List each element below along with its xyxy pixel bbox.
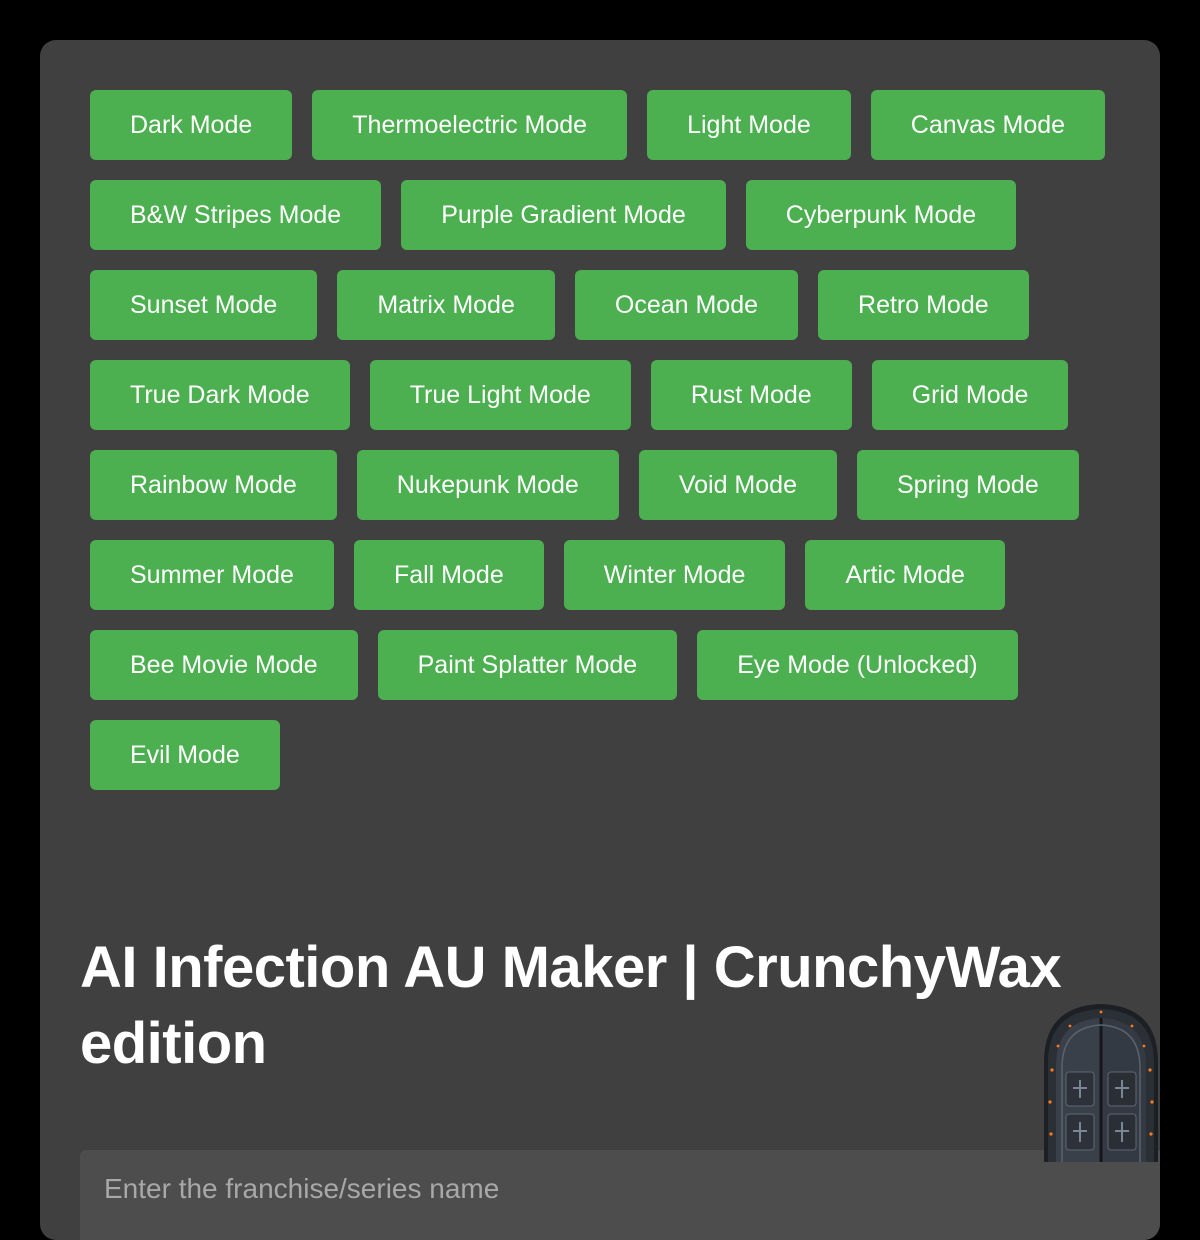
void-mode-button[interactable]: Void Mode [638, 450, 837, 520]
rust-mode-button[interactable]: Rust Mode [650, 360, 852, 430]
rainbow-mode-button[interactable]: Rainbow Mode [90, 450, 337, 520]
cyberpunk-mode-button[interactable]: Cyberpunk Mode [745, 180, 1017, 250]
sunset-mode-button[interactable]: Sunset Mode [90, 270, 318, 340]
thermoelectric-mode-button[interactable]: Thermoelectric Mode [312, 90, 628, 160]
nukepunk-mode-button[interactable]: Nukepunk Mode [356, 450, 619, 520]
purple-gradient-mode-button[interactable]: Purple Gradient Mode [401, 180, 726, 250]
matrix-mode-button[interactable]: Matrix Mode [337, 270, 555, 340]
winter-mode-button[interactable]: Winter Mode [563, 540, 786, 610]
bee-movie-mode-button[interactable]: Bee Movie Mode [90, 630, 358, 700]
main-panel: Dark Mode Thermoelectric Mode Light Mode… [40, 40, 1160, 1240]
true-light-mode-button[interactable]: True Light Mode [369, 360, 631, 430]
light-mode-button[interactable]: Light Mode [647, 90, 851, 160]
ocean-mode-button[interactable]: Ocean Mode [574, 270, 799, 340]
artic-mode-button[interactable]: Artic Mode [805, 540, 1005, 610]
evil-mode-button[interactable]: Evil Mode [90, 720, 280, 790]
paint-splatter-mode-button[interactable]: Paint Splatter Mode [377, 630, 678, 700]
franchise-input[interactable] [102, 1168, 1106, 1210]
retro-mode-button[interactable]: Retro Mode [818, 270, 1029, 340]
door-icon[interactable] [1040, 1000, 1162, 1162]
canvas-mode-button[interactable]: Canvas Mode [870, 90, 1106, 160]
bw-stripes-mode-button[interactable]: B&W Stripes Mode [90, 180, 382, 250]
mode-button-group: Dark Mode Thermoelectric Mode Light Mode… [90, 90, 1110, 790]
fall-mode-button[interactable]: Fall Mode [353, 540, 544, 610]
franchise-input-container [80, 1150, 1160, 1240]
true-dark-mode-button[interactable]: True Dark Mode [90, 360, 350, 430]
summer-mode-button[interactable]: Summer Mode [90, 540, 334, 610]
eye-mode-button[interactable]: Eye Mode (Unlocked) [697, 630, 1018, 700]
spring-mode-button[interactable]: Spring Mode [856, 450, 1079, 520]
page-title: AI Infection AU Maker | CrunchyWax editi… [80, 935, 1062, 1076]
grid-mode-button[interactable]: Grid Mode [871, 360, 1069, 430]
dark-mode-button[interactable]: Dark Mode [90, 90, 293, 160]
